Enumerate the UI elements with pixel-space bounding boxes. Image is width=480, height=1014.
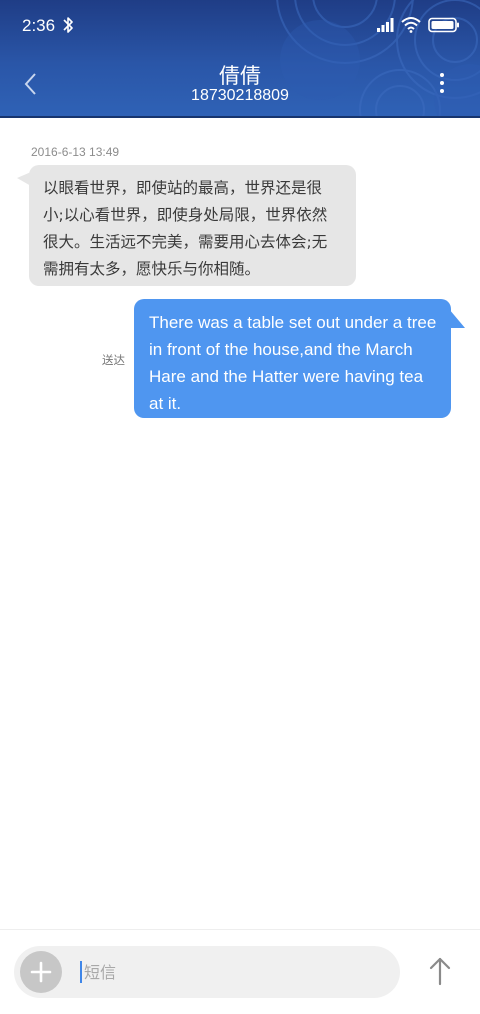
incoming-message-text: 以眼看世界，即使站的最高，世界还是很小;以心看世界，即使身处局限，世界依然很大。… [43,179,328,278]
contact-name: 倩倩 [219,64,261,88]
message-timestamp: 2016-6-13 13:49 [31,145,120,159]
contact-number: 18730218809 [191,87,289,104]
message-input[interactable] [84,956,384,988]
outgoing-message-text: There was a table set out under a tree i… [149,313,437,413]
wifi-icon [401,17,421,33]
delivery-status: 送达 [102,353,125,367]
composer-field [14,946,400,998]
incoming-message-bubble[interactable]: 以眼看世界，即使站的最高，世界还是很小;以心看世界，即使身处局限，世界依然很大。… [29,165,356,286]
status-time: 2:36 [22,16,56,35]
status-bar: 2:36 [0,0,480,52]
battery-icon [428,17,459,33]
composer-bar [0,929,480,1014]
bluetooth-icon [63,17,73,33]
outgoing-bubble-tail [449,309,465,328]
plus-icon [30,961,52,983]
conversation-header: 2:36 倩倩 18730218809 [0,0,480,118]
arrow-up-icon [429,957,451,986]
signal-icon [377,18,394,32]
more-vertical-icon [440,73,444,93]
add-attachment-button[interactable] [20,951,62,993]
more-button[interactable] [432,70,452,96]
text-cursor [80,961,82,983]
send-button[interactable] [424,954,456,988]
outgoing-message-bubble[interactable]: There was a table set out under a tree i… [134,299,451,418]
